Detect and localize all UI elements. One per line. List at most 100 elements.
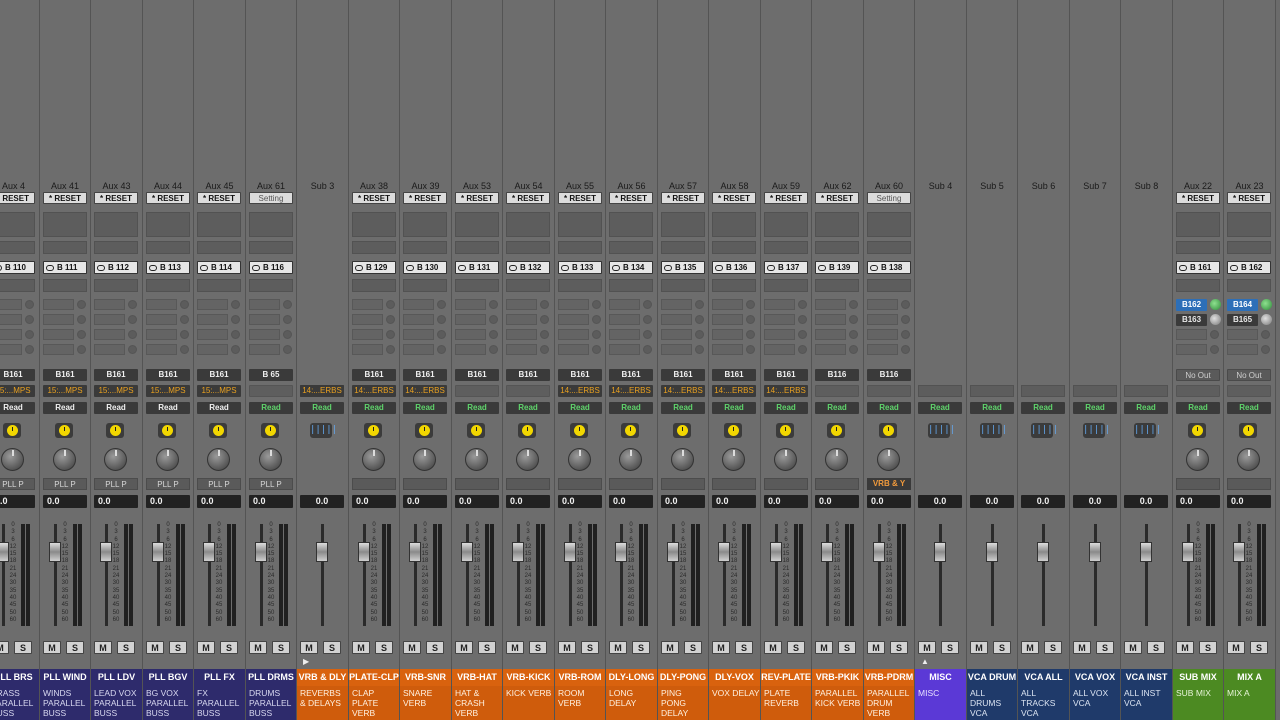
solo-button[interactable]: S [632,641,650,654]
plugin-label[interactable]: PLL P [146,478,190,490]
track-name[interactable]: PLATE-CLP [349,669,399,686]
input-bus-button[interactable]: B 111 [43,261,87,274]
plugin-dial-icon[interactable] [879,423,897,438]
send-slot[interactable] [712,344,743,355]
send-level-knob[interactable] [489,300,498,309]
preset-button[interactable]: * RESET [1227,192,1271,204]
group-label[interactable]: 14:...ERBS [661,385,705,397]
send-slot[interactable] [197,314,228,325]
insert-slot[interactable] [506,212,550,237]
preset-button[interactable]: * RESET [94,192,138,204]
send-level-knob[interactable] [746,315,755,324]
solo-button[interactable]: S [14,641,32,654]
send-level-knob[interactable] [901,345,910,354]
preset-button[interactable]: * RESET [764,192,808,204]
send-slot[interactable] [43,329,74,340]
input-bus-button[interactable]: B 133 [558,261,602,274]
send-level-knob[interactable] [1210,330,1219,339]
insert-slot[interactable] [867,241,911,254]
output-selector[interactable]: B116 [815,369,859,381]
send-slot[interactable] [712,314,743,325]
send-level-knob[interactable] [437,345,446,354]
track-name[interactable]: PLL FX [194,669,245,686]
send-slot[interactable] [455,329,486,340]
fader-handle[interactable] [1037,542,1049,562]
pan-knob[interactable] [619,448,642,471]
mute-button[interactable]: M [1021,641,1039,654]
send-slot[interactable] [403,299,434,310]
send-slot[interactable] [43,299,74,310]
send-level-knob[interactable] [643,315,652,324]
plugin-dial-icon[interactable] [518,423,536,438]
track-name[interactable]: VRB-PDRM [864,669,914,686]
plugin-label[interactable] [1176,478,1220,490]
output-selector[interactable]: No Out [1227,369,1271,381]
automation-mode-button[interactable]: Read [146,402,190,414]
plugin-label[interactable]: PLL P [94,478,138,490]
send-level-knob[interactable] [128,330,137,339]
send-slot[interactable] [455,299,486,310]
insert-slot[interactable] [1176,212,1220,237]
group-label[interactable] [1227,385,1271,397]
track-name[interactable]: DLY-VOX [709,669,760,686]
input-bus-button[interactable]: B 132 [506,261,550,274]
solo-button[interactable]: S [272,641,290,654]
send-slot[interactable] [661,314,692,325]
send-level-knob[interactable] [592,315,601,324]
plugin-label[interactable] [506,478,550,490]
mute-button[interactable]: M [1124,641,1142,654]
track-name[interactable]: PLL LDV [91,669,142,686]
send-slot[interactable] [609,299,640,310]
solo-button[interactable]: S [787,641,805,654]
send-slot[interactable] [249,329,280,340]
send-slot[interactable] [815,314,846,325]
solo-button[interactable]: S [478,641,496,654]
group-label[interactable]: 14:...ERBS [712,385,756,397]
plugin-label[interactable] [712,478,756,490]
waveform-icon[interactable]: ||||| [1031,423,1058,438]
insert-slot[interactable] [43,212,87,237]
send-slot[interactable] [558,299,589,310]
send-level-knob[interactable] [489,330,498,339]
send-level-knob[interactable] [386,345,395,354]
send-level-knob[interactable] [695,345,704,354]
mute-button[interactable]: M [661,641,679,654]
automation-mode-button[interactable]: Read [1227,402,1271,414]
preset-button[interactable]: * RESET [455,192,499,204]
pan-knob[interactable] [1237,448,1260,471]
insert-slot[interactable] [352,241,396,254]
solo-button[interactable]: S [890,641,908,654]
send-level-knob[interactable] [231,300,240,309]
preset-button[interactable]: * RESET [661,192,705,204]
automation-mode-button[interactable]: Read [918,402,962,414]
send-slot[interactable] [197,279,241,292]
automation-mode-button[interactable]: Read [352,402,396,414]
send-level-knob[interactable] [128,300,137,309]
send-slot[interactable] [506,329,537,340]
group-label[interactable]: 14:...ERBS [352,385,396,397]
insert-slot[interactable] [197,212,241,237]
track-name[interactable]: VCA VOX [1070,669,1120,686]
pan-knob[interactable] [1,448,24,471]
send-level-knob[interactable] [695,300,704,309]
send-level-knob[interactable] [643,345,652,354]
send-slot[interactable] [609,329,640,340]
send-level-knob[interactable] [1261,299,1272,310]
pan-knob[interactable] [53,448,76,471]
insert-slot[interactable] [764,241,808,254]
send-level-knob[interactable] [798,300,807,309]
waveform-icon[interactable]: ||||| [980,423,1007,438]
insert-slot[interactable] [506,241,550,254]
send-level-knob[interactable] [798,315,807,324]
plugin-dial-icon[interactable] [55,423,73,438]
send-slot[interactable] [609,344,640,355]
insert-slot[interactable] [43,241,87,254]
send-slot[interactable] [764,314,795,325]
send-slot[interactable] [558,329,589,340]
send-slot[interactable] [146,299,177,310]
send-level-knob[interactable] [1261,314,1272,325]
send-slot[interactable] [94,344,125,355]
send-slot[interactable] [661,344,692,355]
automation-mode-button[interactable]: Read [506,402,550,414]
insert-slot[interactable] [712,212,756,237]
